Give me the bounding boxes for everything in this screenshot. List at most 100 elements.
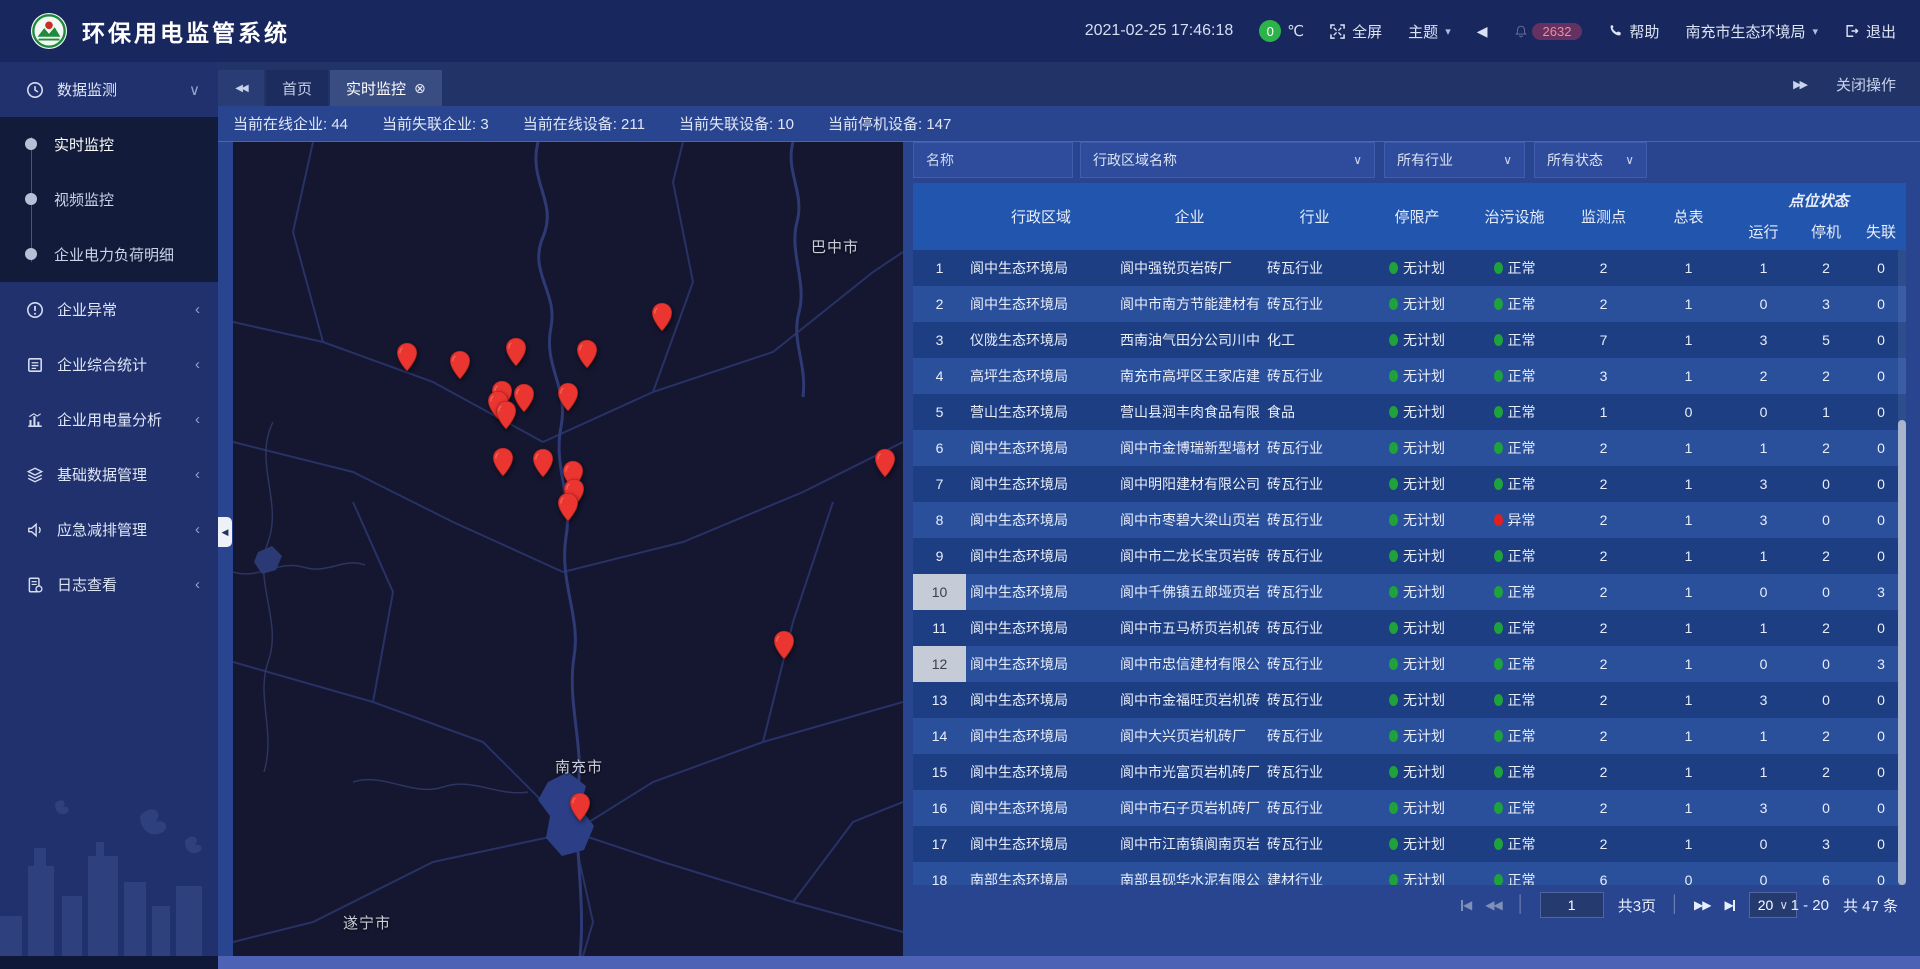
map-pin[interactable]	[773, 630, 795, 660]
region-filter-select[interactable]: 行政区域名称∨	[1080, 142, 1375, 178]
status-dot-green-icon	[1494, 622, 1503, 634]
sidebar-item-企业用电量分析[interactable]: 企业用电量分析‹	[0, 392, 218, 447]
map[interactable]: 巴中市南充市遂宁市	[233, 142, 903, 956]
sidebar-item-企业综合统计[interactable]: 企业综合统计‹	[0, 337, 218, 392]
page-number-input[interactable]	[1540, 892, 1604, 918]
tab-label: 实时监控	[346, 78, 406, 99]
facility-label: 正常	[1508, 330, 1536, 350]
production-label: 无计划	[1403, 618, 1445, 638]
org-dropdown[interactable]: 南充市生态环境局 ▾	[1685, 21, 1818, 42]
cell-points: 1	[1561, 394, 1646, 430]
industry-filter-select[interactable]: 所有行业∨	[1384, 142, 1525, 178]
next-page-button[interactable]: ▶▶	[1694, 898, 1710, 912]
sidebar-item-视频监控[interactable]: 视频监控	[0, 172, 218, 227]
table-row[interactable]: 14阆中生态环境局阆中大兴页岩机砖厂砖瓦行业无计划正常21120	[913, 718, 1906, 754]
cell-production-status: 无计划	[1366, 502, 1468, 538]
help-button[interactable]: 帮助	[1608, 21, 1659, 42]
cell-region: 阆中生态环境局	[966, 826, 1116, 862]
tab-首页[interactable]: 首页	[266, 70, 328, 106]
table-row[interactable]: 12阆中生态环境局阆中市忠信建材有限公砖瓦行业无计划正常21003	[913, 646, 1906, 682]
table-row[interactable]: 4高坪生态环境局南充市高坪区王家店建砖瓦行业无计划正常31220	[913, 358, 1906, 394]
map-pin[interactable]	[557, 382, 579, 412]
cell-facility-status: 正常	[1468, 286, 1561, 322]
cell-points: 2	[1561, 250, 1646, 286]
table-row[interactable]: 8阆中生态环境局阆中市枣碧大梁山页岩砖瓦行业无计划异常21300	[913, 502, 1906, 538]
map-pin[interactable]	[557, 492, 579, 522]
table-row[interactable]: 11阆中生态环境局阆中市五马桥页岩机砖砖瓦行业无计划正常21120	[913, 610, 1906, 646]
status-filter-select[interactable]: 所有状态∨	[1534, 142, 1647, 178]
table-row[interactable]: 18南部生态环境局南部县砚华水泥有限公建材行业无计划正常60060	[913, 862, 1906, 885]
tabs-scroll-left-button[interactable]: ◀◀	[218, 70, 264, 106]
cell-meters: 1	[1646, 322, 1731, 358]
sidebar-item-实时监控[interactable]: 实时监控	[0, 117, 218, 172]
fullscreen-button[interactable]: 全屏	[1330, 21, 1382, 42]
sidebar-item-日志查看[interactable]: 日志查看‹	[0, 557, 218, 612]
map-pin[interactable]	[569, 792, 591, 822]
name-filter-input[interactable]	[913, 142, 1073, 178]
theme-dropdown[interactable]: 主题 ▾	[1408, 21, 1451, 42]
table-row[interactable]: 7阆中生态环境局阆中明阳建材有限公司砖瓦行业无计划正常21300	[913, 466, 1906, 502]
tab-实时监控[interactable]: 实时监控 ⊗	[330, 70, 442, 106]
production-label: 无计划	[1403, 798, 1445, 818]
first-page-button[interactable]: ◀	[1461, 898, 1471, 912]
table-row[interactable]: 3仪陇生态环境局西南油气田分公司川中化工无计划正常71350	[913, 322, 1906, 358]
cell-region: 阆中生态环境局	[966, 502, 1116, 538]
sidebar-item-应急减排管理[interactable]: 应急减排管理‹	[0, 502, 218, 557]
cell-production-status: 无计划	[1366, 322, 1468, 358]
map-roads	[233, 142, 903, 956]
cell-facility-status: 正常	[1468, 754, 1561, 790]
cell-facility-status: 正常	[1468, 466, 1561, 502]
cell-region: 阆中生态环境局	[966, 682, 1116, 718]
cell-company: 阆中强锐页岩砖厂	[1116, 250, 1263, 286]
table-row[interactable]: 9阆中生态环境局阆中市二龙长宝页岩砖砖瓦行业无计划正常21120	[913, 538, 1906, 574]
table-row[interactable]: 17阆中生态环境局阆中市江南镇阆南页岩砖瓦行业无计划正常21030	[913, 826, 1906, 862]
facility-label: 正常	[1508, 294, 1536, 314]
map-pin[interactable]	[396, 342, 418, 372]
chevron-left-icon: ‹	[195, 521, 200, 538]
notification-area[interactable]: 2632	[1514, 23, 1583, 40]
close-icon[interactable]: ⊗	[414, 80, 426, 97]
last-page-button[interactable]: ▶	[1725, 898, 1735, 912]
table-row[interactable]: 1阆中生态环境局阆中强锐页岩砖厂砖瓦行业无计划正常21120	[913, 250, 1906, 286]
row-index: 17	[913, 826, 966, 862]
table-row[interactable]: 2阆中生态环境局阆中市南方节能建材有砖瓦行业无计划正常21030	[913, 286, 1906, 322]
cell-run: 0	[1731, 862, 1796, 885]
status-dot-green-icon	[1494, 874, 1503, 885]
cell-facility-status: 正常	[1468, 394, 1561, 430]
status-dot-green-icon	[1389, 262, 1398, 274]
exit-icon	[1844, 24, 1859, 38]
logout-button[interactable]: 退出	[1844, 21, 1896, 42]
table-row[interactable]: 5营山生态环境局营山县润丰肉食品有限食品无计划正常10010	[913, 394, 1906, 430]
table-row[interactable]: 13阆中生态环境局阆中市金福旺页岩机砖砖瓦行业无计划正常21300	[913, 682, 1906, 718]
cell-facility-status: 正常	[1468, 430, 1561, 466]
scrollbar-thumb[interactable]	[1898, 420, 1906, 885]
sidebar-item-基础数据管理[interactable]: 基础数据管理‹	[0, 447, 218, 502]
status-dot-green-icon	[1389, 802, 1398, 814]
cell-meters: 1	[1646, 358, 1731, 394]
map-pin[interactable]	[495, 400, 517, 430]
table-row[interactable]: 15阆中生态环境局阆中市光富页岩机砖厂砖瓦行业无计划正常21120	[913, 754, 1906, 790]
map-pin[interactable]	[532, 448, 554, 478]
mute-speaker-button[interactable]: ◀	[1477, 23, 1488, 40]
map-pin[interactable]	[449, 350, 471, 380]
table-row[interactable]: 10阆中生态环境局阆中千佛镇五郎垭页岩砖瓦行业无计划正常21003	[913, 574, 1906, 610]
tabs-scroll-right-button[interactable]: ▶▶	[1793, 78, 1806, 91]
sidebar-item-企业异常[interactable]: 企业异常‹	[0, 282, 218, 337]
map-pin[interactable]	[492, 447, 514, 477]
close-operations-button[interactable]: 关闭操作	[1836, 74, 1896, 95]
cell-facility-status: 正常	[1468, 322, 1561, 358]
map-pin[interactable]	[651, 302, 673, 332]
sidebar-item-企业电力负荷明细[interactable]: 企业电力负荷明细	[0, 227, 218, 282]
prev-page-button[interactable]: ◀◀	[1485, 898, 1501, 912]
stats-icon	[26, 356, 44, 374]
sidebar-collapse-handle[interactable]: ◀	[218, 517, 232, 547]
temperature-unit: ℃	[1287, 22, 1304, 40]
map-pin[interactable]	[576, 339, 598, 369]
status-dot-green-icon	[1389, 874, 1398, 885]
table-row[interactable]: 6阆中生态环境局阆中市金博瑞新型墙材砖瓦行业无计划正常21120	[913, 430, 1906, 466]
table-row[interactable]: 16阆中生态环境局阆中市石子页岩机砖厂砖瓦行业无计划正常21300	[913, 790, 1906, 826]
map-pin[interactable]	[874, 448, 896, 478]
sidebar-item-数据监测[interactable]: 数据监测∨	[0, 62, 218, 117]
map-pin[interactable]	[505, 337, 527, 367]
cell-stop: 6	[1796, 862, 1856, 885]
